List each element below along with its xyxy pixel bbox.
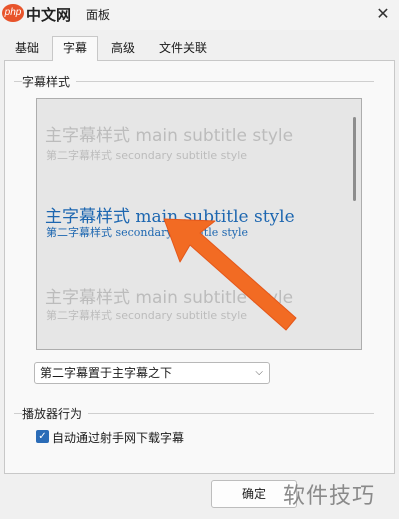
auto-download-label[interactable]: 自动通过射手网下载字幕: [52, 429, 184, 446]
subtitle-style-group-label: 字幕样式: [22, 73, 77, 90]
annotation-arrow-icon: [163, 218, 297, 331]
tab-advanced[interactable]: 高级: [101, 37, 145, 60]
preview-scrollbar[interactable]: [353, 117, 356, 201]
tab-file-association[interactable]: 文件关联: [149, 37, 217, 60]
close-icon[interactable]: ✕: [371, 2, 395, 26]
tab-subtitles[interactable]: 字幕: [52, 36, 99, 61]
secondary-subtitle-position-select[interactable]: 第二字幕置于主字幕之下 ⌵: [34, 362, 270, 384]
chevron-down-icon: ⌵: [255, 367, 263, 378]
site-watermark-text: 中文网: [26, 6, 72, 24]
auto-download-checkbox[interactable]: ✓: [36, 430, 49, 443]
sample-1-secondary[interactable]: 第二字幕样式 secondary subtitle style: [46, 147, 247, 163]
window-title: 面板: [86, 8, 111, 22]
corner-watermark: 软件技巧: [283, 484, 376, 509]
select-value: 第二字幕置于主字幕之下: [40, 366, 173, 380]
tab-basic[interactable]: 基础: [5, 37, 49, 60]
php-watermark-badge: php: [2, 4, 24, 22]
sample-1-main[interactable]: 主字幕样式 main subtitle style: [45, 121, 293, 146]
player-behavior-group-label: 播放器行为: [22, 405, 89, 422]
